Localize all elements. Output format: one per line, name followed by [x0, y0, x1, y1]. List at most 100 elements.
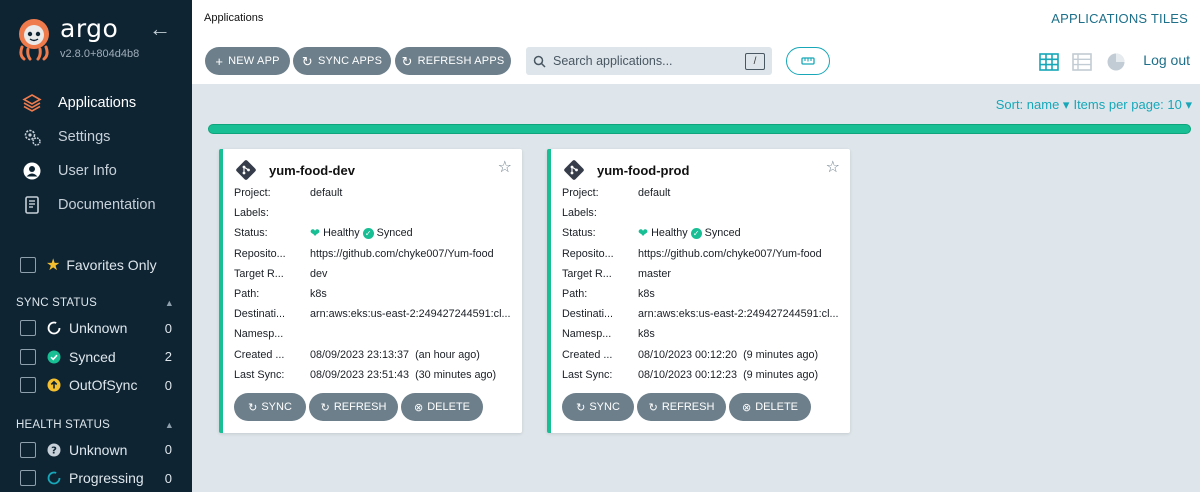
health-status-header[interactable]: HEALTH STATUS ▲: [0, 414, 192, 436]
sync-button[interactable]: ↻ SYNC: [234, 393, 306, 421]
row-value[interactable]: https://github.com/chyke007/Yum-food: [310, 248, 519, 260]
app-card-yum-food-dev[interactable]: yum-food-dev ☆ Project: default Labels: S…: [219, 149, 522, 433]
row-key: Project:: [562, 187, 599, 200]
list-view-icon[interactable]: [1072, 52, 1092, 72]
user-circle-icon: [22, 161, 42, 181]
row-key: Destinati...: [562, 308, 614, 321]
delete-label: DELETE: [427, 401, 470, 413]
row-key: Status:: [562, 227, 596, 240]
filter-checkbox[interactable]: [20, 348, 36, 365]
refresh-apps-label: REFRESH APPS: [417, 55, 505, 67]
refresh-apps-button[interactable]: ↻ REFRESH APPS: [395, 47, 511, 75]
sidebar-item-applications[interactable]: Applications: [0, 86, 192, 120]
book-icon: [22, 195, 42, 215]
sidebar-item-documentation[interactable]: Documentation: [0, 188, 192, 222]
sidebar-item-label: Applications: [58, 95, 137, 111]
row-value: master: [638, 267, 671, 280]
row-key: Labels:: [234, 207, 269, 220]
sidebar-item-label: User Info: [58, 163, 117, 179]
sidebar-item-label: Settings: [58, 129, 111, 145]
filter-label: Unknown: [69, 320, 128, 337]
row-value: dev: [310, 267, 328, 280]
new-app-button[interactable]: + NEW APP: [205, 47, 290, 75]
search-input[interactable]: [553, 54, 745, 68]
filter-label: Synced: [69, 348, 116, 365]
sidebar-item-label: Documentation: [58, 197, 156, 213]
row-value[interactable]: https://github.com/chyke007/Yum-food: [638, 248, 847, 260]
filter-count: 0: [164, 470, 172, 486]
row-key: Target R...: [562, 267, 612, 280]
sync-apps-button[interactable]: ↻ SYNC APPS: [293, 47, 391, 75]
ruler-icon: [801, 57, 815, 65]
sync-button[interactable]: ↻ SYNC: [562, 393, 634, 421]
row-key: Path:: [234, 288, 260, 301]
filter-checkbox[interactable]: [20, 470, 36, 487]
pie-chart-view-icon[interactable]: [1106, 52, 1126, 72]
page-title: APPLICATIONS TILES: [1051, 11, 1188, 26]
favorites-checkbox[interactable]: [20, 257, 36, 273]
row-value: k8s: [638, 288, 655, 301]
times-circle-icon: ⊗: [413, 401, 424, 414]
app-name[interactable]: yum-food-prod: [597, 163, 689, 178]
items-per-page-dropdown[interactable]: Items per page: 10 ▾: [1073, 97, 1192, 113]
refresh-button[interactable]: ↻ REFRESH: [637, 393, 726, 421]
question-circle-icon: ?: [47, 443, 61, 457]
sort-dropdown[interactable]: Sort: name ▾: [996, 97, 1070, 113]
search-box: /: [526, 47, 772, 75]
row-key: Project:: [234, 187, 271, 200]
breadcrumb[interactable]: Applications: [204, 12, 263, 24]
card-row: Namesp... k8s: [562, 324, 847, 344]
filter-health-progressing[interactable]: Progressing 0: [0, 464, 192, 492]
brand-version: v2.8.0+804d4b8: [60, 48, 140, 60]
sync-status-header[interactable]: SYNC STATUS ▲: [0, 292, 192, 314]
svg-text:?: ?: [51, 445, 57, 456]
filter-checkbox[interactable]: [20, 441, 36, 458]
health-status-title: HEALTH STATUS: [16, 418, 110, 431]
favorite-star-icon[interactable]: ☆: [826, 160, 840, 176]
refresh-button[interactable]: ↻ REFRESH: [309, 393, 398, 421]
arrow-up-circle-icon: [47, 378, 61, 392]
new-app-label: NEW APP: [228, 55, 280, 67]
filter-sync-unknown[interactable]: Unknown 0: [0, 314, 192, 343]
redo-icon: ↻: [320, 401, 330, 414]
row-value: 08/09/2023 23:13:37 (an hour ago): [310, 348, 480, 361]
card-row: Destinati... arn:aws:eks:us-east-2:249427…: [234, 304, 519, 324]
filter-checkbox[interactable]: [20, 377, 36, 394]
app-card-yum-food-prod[interactable]: yum-food-prod ☆ Project: default Labels: …: [547, 149, 850, 433]
row-value: default: [310, 187, 343, 200]
delete-button[interactable]: ⊗ DELETE: [729, 393, 811, 421]
sidebar-item-settings[interactable]: Settings: [0, 120, 192, 154]
card-row: Created ... 08/09/2023 23:13:37 (an hour …: [234, 345, 519, 365]
filter-sync-synced[interactable]: Synced 2: [0, 343, 192, 372]
filter-health-unknown[interactable]: ? Unknown 0: [0, 436, 192, 465]
card-row: Created ... 08/10/2023 00:12:20 (9 minute…: [562, 345, 847, 365]
sort-controls: Sort: name ▾ Items per page: 10 ▾: [996, 97, 1192, 113]
caret-up-icon: ▲: [164, 298, 174, 308]
delete-button[interactable]: ⊗ DELETE: [401, 393, 483, 421]
card-row: Last Sync: 08/09/2023 23:51:43 (30 minute…: [234, 365, 519, 385]
logout-link[interactable]: Log out: [1143, 52, 1190, 68]
card-row: Namesp...: [234, 324, 519, 344]
favorite-star-icon[interactable]: ☆: [498, 160, 512, 176]
top-bar: Applications APPLICATIONS TILES + NEW AP…: [192, 0, 1200, 84]
health-status-text: Healthy: [323, 227, 360, 240]
card-row: Reposito... https://github.com/chyke007/Y…: [562, 244, 847, 264]
sync-icon: ↻: [301, 53, 313, 69]
filter-checkbox[interactable]: [20, 320, 36, 337]
app-name[interactable]: yum-food-dev: [269, 163, 355, 178]
filter-sync-outofsync[interactable]: OutOfSync 0: [0, 371, 192, 400]
collapse-sidebar-arrow-icon[interactable]: ←: [149, 18, 171, 40]
tiles-view-icon[interactable]: [1039, 52, 1059, 72]
filter-label: Unknown: [69, 441, 128, 458]
search-icon: [533, 55, 546, 68]
status-progress-bar: [208, 124, 1191, 134]
favorites-only-filter[interactable]: ★ Favorites Only: [0, 252, 192, 278]
filter-toggle-button[interactable]: [786, 47, 830, 75]
card-row: Status: ❤ Healthy ✓ Synced: [234, 223, 519, 243]
sync-status-text: Synced: [376, 227, 413, 240]
layers-icon: [22, 93, 42, 113]
filter-label: OutOfSync: [69, 377, 138, 394]
row-key: Last Sync:: [234, 368, 285, 381]
card-row: Project: default: [562, 183, 847, 203]
sidebar-item-user-info[interactable]: User Info: [0, 154, 192, 188]
